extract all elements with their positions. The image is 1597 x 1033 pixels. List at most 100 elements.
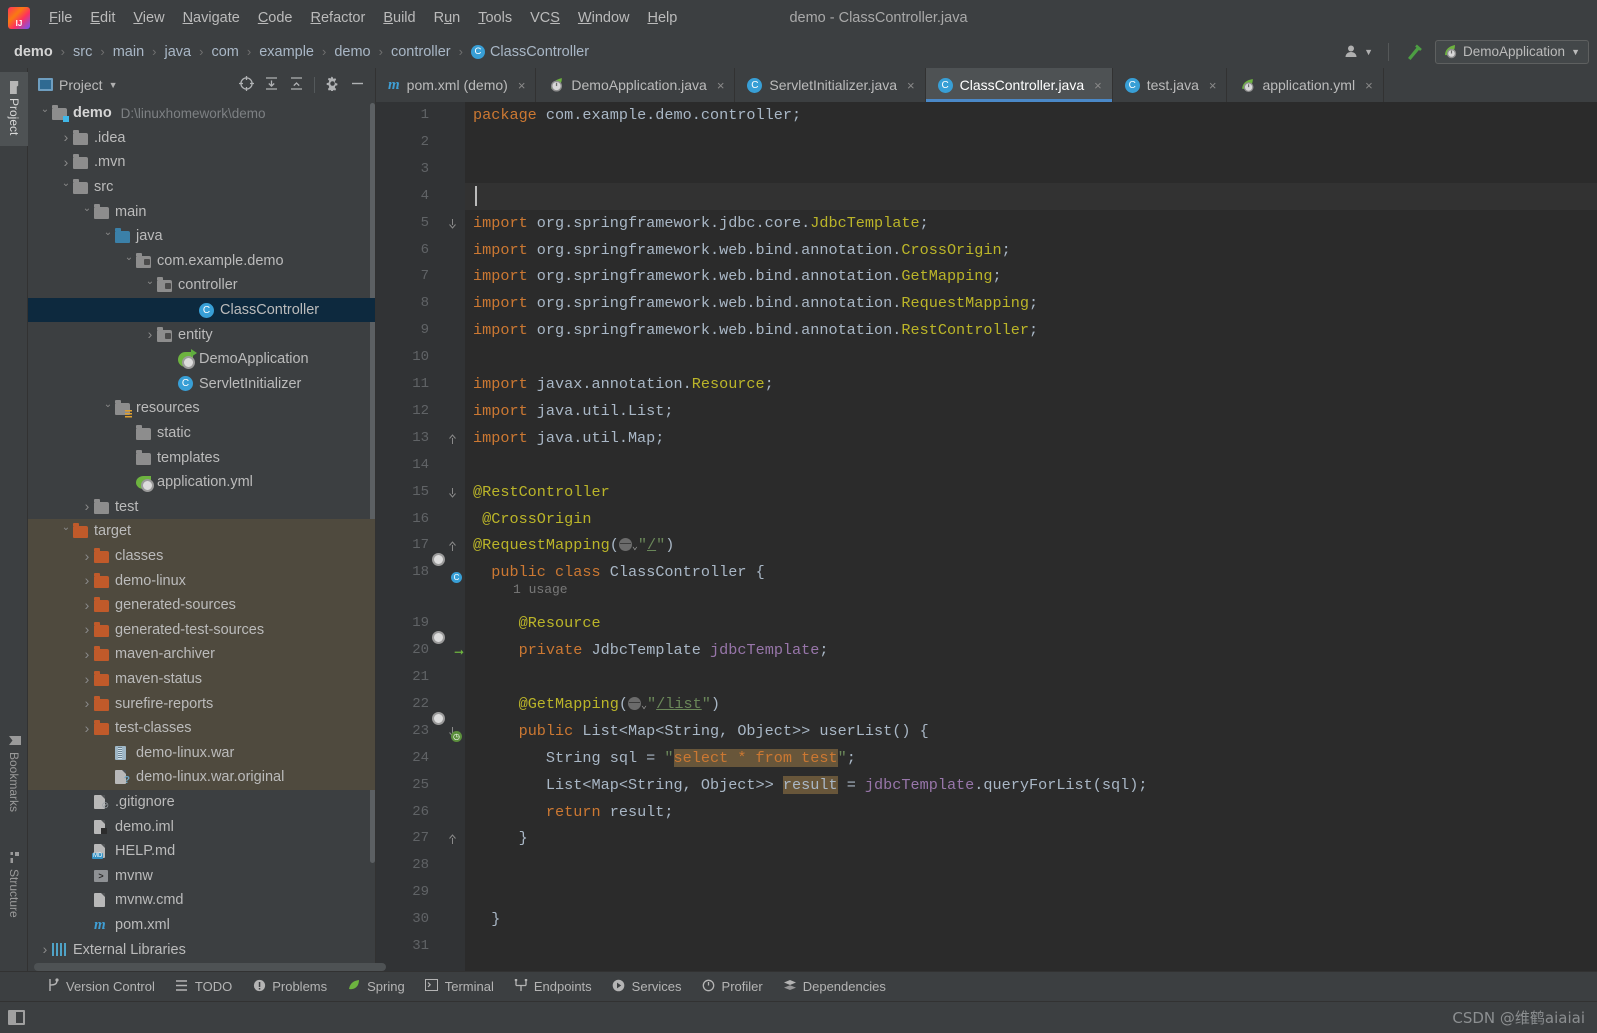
status-dependencies-button[interactable]: Dependencies xyxy=(773,976,896,998)
tree-node-generated-test-sources[interactable]: generated-test-sources xyxy=(28,617,375,643)
menu-edit[interactable]: Edit xyxy=(81,7,124,29)
collapse-all-icon[interactable] xyxy=(289,76,304,93)
fold-import-block-icon[interactable] xyxy=(448,218,457,229)
menu-file[interactable]: File xyxy=(40,7,81,29)
tree-node-application.yml[interactable]: application.yml xyxy=(28,470,375,495)
tree-node-.gitignore[interactable]: .gitignore xyxy=(28,790,375,815)
chevron-right-icon[interactable] xyxy=(59,130,73,145)
menu-run[interactable]: Run xyxy=(425,7,470,29)
menu-refactor[interactable]: Refactor xyxy=(302,7,375,29)
tab-close-icon[interactable]: × xyxy=(1365,78,1373,93)
chevron-right-icon[interactable] xyxy=(80,573,94,588)
editor-tab-test-java[interactable]: Ctest.java × xyxy=(1113,68,1228,102)
tree-node-classcontroller[interactable]: C ClassController xyxy=(28,297,375,323)
build-project-button[interactable] xyxy=(1399,39,1429,65)
fold-method-end-icon[interactable] xyxy=(448,834,457,845)
menu-code[interactable]: Code xyxy=(249,7,302,29)
select-opened-file-icon[interactable] xyxy=(239,76,254,93)
tree-node-maven-status[interactable]: maven-status xyxy=(28,666,375,692)
web-endpoint-icon[interactable] xyxy=(618,538,632,552)
tree-node-templates[interactable]: templates xyxy=(28,445,375,470)
status-terminal-button[interactable]: Terminal xyxy=(415,976,504,997)
status-services-button[interactable]: Services xyxy=(602,976,692,998)
tree-node-com.example.demo[interactable]: com.example.demo xyxy=(28,249,375,274)
tree-node-.mvn[interactable]: .mvn xyxy=(28,150,375,175)
user-account-button[interactable]: ▼ xyxy=(1339,40,1378,64)
editor-gutter-line-numbers[interactable]: 1 2 3 4 5 6 7 8 9 10 11 12 13 14 15 16 17 18 19 20 21 22 23 24 2… xyxy=(376,102,439,971)
chevron-right-icon[interactable] xyxy=(59,155,73,170)
tree-node-demo-linux.war[interactable]: demo-linux.war xyxy=(28,740,375,766)
tab-close-icon[interactable]: × xyxy=(717,78,725,93)
status-spring-button[interactable]: Spring xyxy=(337,976,415,998)
chevron-right-icon[interactable] xyxy=(80,696,94,711)
tree-node-target[interactable]: target xyxy=(28,519,375,544)
tree-node-java[interactable]: java xyxy=(28,224,375,249)
tree-node-classes[interactable]: classes xyxy=(28,543,375,569)
breadcrumb-example[interactable]: example xyxy=(259,44,314,60)
editor-tab-pom-xml-demo-[interactable]: m pom.xml (demo) × xyxy=(376,68,537,102)
chevron-right-icon[interactable] xyxy=(143,327,157,342)
tree-node-test[interactable]: test xyxy=(28,495,375,520)
code-editor[interactable]: 1 2 3 4 5 6 7 8 9 10 11 12 13 14 15 16 17 18 19 20 21 22 23 24 2… xyxy=(376,102,1597,971)
fold-import-block-end-icon[interactable] xyxy=(448,434,457,444)
tree-node-external-libraries[interactable]: External Libraries xyxy=(28,937,375,962)
spring-bean-gutter-icon[interactable]: C xyxy=(443,564,462,584)
menu-view[interactable]: View xyxy=(124,7,173,29)
rail-button-structure[interactable]: Structure xyxy=(0,837,28,933)
tree-node-resources[interactable]: resources xyxy=(28,396,375,421)
chevron-right-icon[interactable] xyxy=(80,647,94,662)
menu-help[interactable]: Help xyxy=(638,7,686,29)
tree-horizontal-scrollbar[interactable] xyxy=(34,963,386,971)
breadcrumb-src[interactable]: src xyxy=(73,44,92,60)
chevron-down-icon[interactable] xyxy=(38,108,52,118)
settings-gear-icon[interactable] xyxy=(325,76,340,93)
tree-node-.idea[interactable]: .idea xyxy=(28,126,375,151)
tree-node-demo-linux.war.original[interactable]: demo-linux.war.original xyxy=(28,765,375,790)
tree-node-surefire-reports[interactable]: surefire-reports xyxy=(28,691,375,716)
tree-node-static[interactable]: static xyxy=(28,421,375,446)
chevron-right-icon[interactable] xyxy=(38,942,52,957)
chevron-down-icon[interactable] xyxy=(143,280,157,290)
menu-vcs[interactable]: VCS xyxy=(521,7,569,29)
tab-close-icon[interactable]: × xyxy=(518,78,526,93)
status-problems-button[interactable]: Problems xyxy=(242,976,337,998)
tree-node-mvnw.cmd[interactable]: mvnw.cmd xyxy=(28,888,375,913)
editor-tab-servletinitializer-java[interactable]: C ServletInitializer.java × xyxy=(735,68,926,102)
editor-gutter-marks[interactable]: C ➞ ◷ xyxy=(439,102,465,971)
fold-annotation-icon[interactable] xyxy=(448,541,457,552)
status-profiler-button[interactable]: Profiler xyxy=(692,976,773,998)
chevron-down-icon[interactable] xyxy=(80,207,94,217)
menu-tools[interactable]: Tools xyxy=(469,7,521,29)
tree-node-mvnw[interactable]: > mvnw xyxy=(28,864,375,889)
chevron-down-icon[interactable] xyxy=(59,526,73,536)
tree-node-src[interactable]: src xyxy=(28,175,375,200)
fold-class-icon[interactable] xyxy=(448,487,457,498)
spring-autowire-gutter-icon[interactable]: ➞ xyxy=(443,642,464,658)
menu-window[interactable]: Window xyxy=(569,7,639,29)
breadcrumb-demo-pkg[interactable]: demo xyxy=(334,44,370,60)
tree-node-demoapplication[interactable]: DemoApplication xyxy=(28,347,375,372)
tree-node-maven-archiver[interactable]: maven-archiver xyxy=(28,642,375,667)
chevron-down-icon[interactable] xyxy=(101,403,115,413)
chevron-right-icon[interactable] xyxy=(80,672,94,687)
chevron-right-icon[interactable] xyxy=(80,721,94,736)
tree-node-demo[interactable]: demo D:\linuxhomework\demo xyxy=(28,101,375,126)
chevron-right-icon[interactable] xyxy=(80,622,94,637)
tree-node-generated-sources[interactable]: generated-sources xyxy=(28,593,375,618)
editor-tab-application-yml[interactable]: application.yml × xyxy=(1227,68,1384,102)
inlay-usage-hint[interactable]: 1 usage xyxy=(465,577,1597,604)
chevron-down-icon[interactable] xyxy=(59,182,73,192)
breadcrumb-demo[interactable]: demo xyxy=(14,44,53,60)
expand-all-icon[interactable] xyxy=(264,76,279,93)
tree-node-main[interactable]: main xyxy=(28,199,375,224)
editor-tab-classcontroller-java[interactable]: C ClassController.java × xyxy=(925,68,1113,102)
tree-node-entity[interactable]: entity xyxy=(28,322,375,347)
status-version-control-button[interactable]: Version Control xyxy=(36,975,165,998)
spring-endpoint-gutter-icon[interactable]: ◷ xyxy=(443,723,462,742)
web-endpoint-icon[interactable] xyxy=(627,696,641,710)
breadcrumb-com[interactable]: com xyxy=(211,44,238,60)
status-endpoints-button[interactable]: Endpoints xyxy=(504,976,602,998)
tree-node-test-classes[interactable]: test-classes xyxy=(28,716,375,741)
chevron-down-icon[interactable] xyxy=(122,256,136,266)
tab-close-icon[interactable]: × xyxy=(1209,78,1217,93)
